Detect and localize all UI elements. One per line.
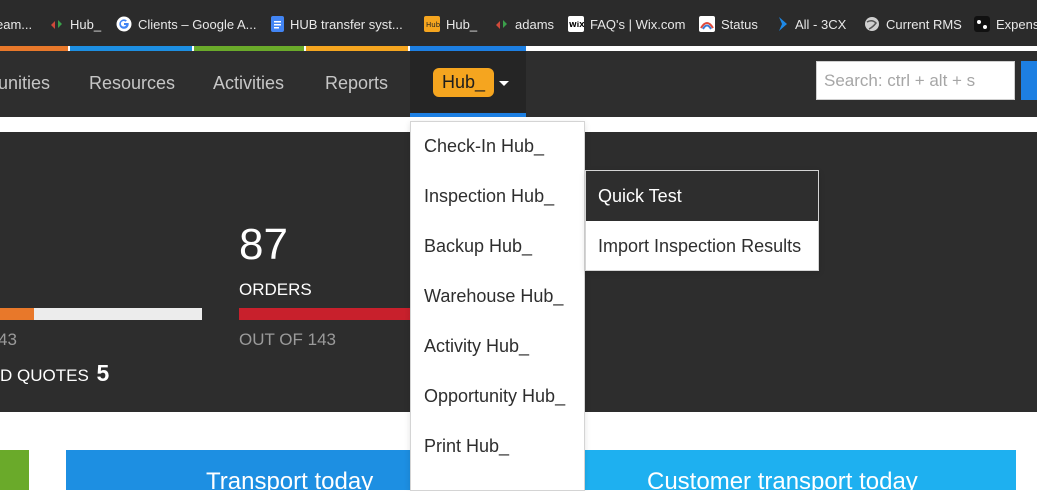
google-icon [116,16,132,32]
hub-arrows-icon [51,19,62,29]
expensify-icon [974,16,990,32]
left-progress-fill [0,308,35,320]
orders-sub: OUT OF 143 [239,330,336,349]
card-title: Customer transport today [647,468,918,490]
bookmark-hub[interactable]: Hub_ [49,13,101,35]
search-input[interactable] [816,61,1015,100]
card-title: Transport today [206,468,374,490]
bookmark-hub-transfer[interactable]: HUB transfer syst... [271,13,403,35]
menu-item-check-in-hub[interactable]: Check-In Hub_ [424,136,544,157]
orders-count: 87 [239,220,288,269]
caret-down-icon [499,81,509,86]
menu-item-inspection-hub[interactable]: Inspection Hub_ [424,186,554,207]
bookmark-label: Hub_ [70,16,102,32]
orders-progress-fill [239,308,344,320]
wix-icon: WiX [568,16,584,32]
menu-item-backup-hub[interactable]: Backup Hub_ [424,236,532,257]
submenu-item-quick-test[interactable]: Quick Test [586,171,818,221]
hub-badge: Hub_ [433,68,495,97]
bookmark-adams[interactable]: adams [494,13,554,35]
bookmark-team[interactable]: eam... [0,13,32,35]
search-button[interactable] [1021,61,1037,100]
quotes-label: D QUOTES [0,366,89,385]
bookmark-label: Hub_ [446,16,478,32]
hub-dropdown-menu: Check-In Hub_ Inspection Hub_ Backup Hub… [410,121,585,491]
bookmark-wix-faq[interactable]: WiX FAQ's | Wix.com [568,13,685,35]
orders-progress-bar [239,308,410,320]
bookmark-label: HUB transfer syst... [290,16,403,32]
quotes-count: 5 [96,360,110,386]
submenu-item-import-inspection-results[interactable]: Import Inspection Results [598,236,801,257]
bookmark-hub-2[interactable]: Hub Hub_ [424,13,477,35]
main-nav: unities Resources Activities Reports Hub… [0,51,1037,117]
nav-reports[interactable]: Reports [325,73,388,94]
bookmark-clients-google[interactable]: Clients – Google A... [116,13,257,35]
bookmark-3cx[interactable]: All - 3CX [777,13,846,35]
menu-item-activity-hub[interactable]: Activity Hub_ [424,336,529,357]
green-card[interactable] [0,450,29,490]
menu-item-warehouse-hub[interactable]: Warehouse Hub_ [424,286,563,307]
nav-hub-tab[interactable]: Hub_ [410,51,526,117]
nav-opportunities[interactable]: unities [0,73,50,94]
left-stat-sub: 43 [0,330,17,349]
bookmark-label: eam... [0,16,33,32]
globe-icon [865,17,879,31]
quotes-stat: D QUOTES 5 [0,360,109,387]
bookmark-label: Status [721,16,758,32]
left-progress-bar [0,308,202,320]
active-tab-indicator [410,113,526,117]
nav-activities[interactable]: Activities [213,73,284,94]
hub-logo-icon: Hub [424,16,440,32]
bookmarks-bar: eam... Hub_ Clients – Google A... HUB tr… [0,0,1037,46]
3cx-icon [779,17,787,31]
hub-arrows-icon [496,19,507,29]
inspection-submenu: Quick Test Import Inspection Results [585,170,819,271]
bookmark-label: Expens [996,16,1037,32]
svg-text:Hub: Hub [426,21,440,29]
google-docs-icon [271,16,284,32]
svg-text:WiX: WiX [569,21,584,29]
bookmark-label: All - 3CX [795,16,847,32]
bookmark-label: FAQ's | Wix.com [590,16,686,32]
customer-transport-card[interactable]: Customer transport today [585,450,1016,490]
status-icon [699,16,715,32]
transport-today-card[interactable]: Transport today [66,450,410,490]
bookmark-label: Current RMS [886,16,962,32]
nav-resources[interactable]: Resources [89,73,175,94]
bookmark-status[interactable]: Status [699,13,758,35]
bookmark-label: Clients – Google A... [138,16,257,32]
menu-item-print-hub[interactable]: Print Hub_ [424,436,509,457]
menu-item-opportunity-hub[interactable]: Opportunity Hub_ [424,386,565,407]
bookmark-current-rms[interactable]: Current RMS [864,13,962,35]
bookmark-expensify[interactable]: Expens [974,13,1037,35]
orders-label: ORDERS [239,280,312,299]
bookmark-label: adams [515,16,555,32]
